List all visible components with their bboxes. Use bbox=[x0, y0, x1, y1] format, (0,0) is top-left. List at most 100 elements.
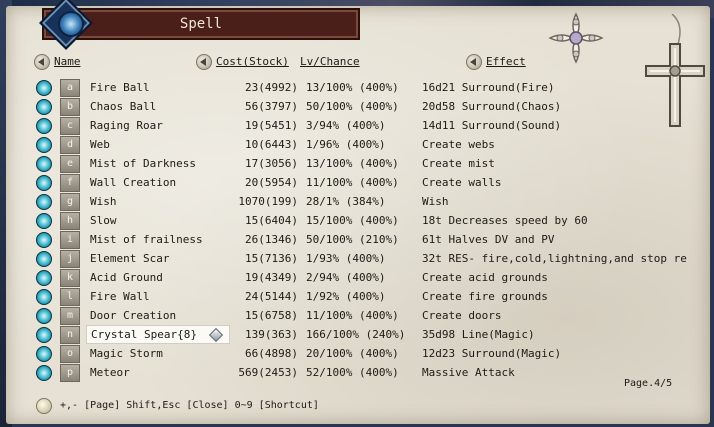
spell-effect: 18t Decreases speed by 60 bbox=[422, 214, 588, 227]
spell-level: 15/100% (400%) bbox=[306, 214, 399, 227]
spell-row[interactable]: k Acid Ground 19(4349) 2/94% (400%) Crea… bbox=[34, 268, 704, 287]
spell-name-selected: Crystal Spear{8} bbox=[86, 325, 230, 344]
column-header-cost[interactable]: Cost(Stock) bbox=[216, 54, 289, 70]
column-header-lv[interactable]: Lv/Chance bbox=[300, 54, 360, 70]
spell-level: 50/100% (400%) bbox=[306, 100, 399, 113]
spell-level: 11/100% (400%) bbox=[306, 309, 399, 322]
spell-cost: 26(1346) bbox=[245, 233, 298, 246]
spell-cost: 569(2453) bbox=[238, 366, 298, 379]
spell-orb-icon bbox=[36, 270, 52, 286]
spell-effect: 61t Halves DV and PV bbox=[422, 233, 555, 246]
spell-cost: 17(3056) bbox=[245, 157, 298, 170]
spell-level: 3/94% (400%) bbox=[306, 119, 386, 132]
spell-cost: 15(6404) bbox=[245, 214, 298, 227]
spell-effect: Create doors bbox=[422, 309, 502, 322]
spell-cost: 1070(199) bbox=[238, 195, 298, 208]
spell-orb-icon bbox=[36, 346, 52, 362]
key-hint-footer: +,- [Page] Shift,Esc [Close] 0~9 [Shortc… bbox=[60, 400, 319, 411]
spell-row-selected[interactable]: n Crystal Spear{8} 139(363) 166/100% (24… bbox=[34, 325, 704, 344]
spell-row[interactable]: o Magic Storm 66(4898) 20/100% (400%) 12… bbox=[34, 344, 704, 363]
spell-key: g bbox=[60, 193, 80, 211]
spell-key: i bbox=[60, 231, 80, 249]
spell-key: h bbox=[60, 212, 80, 230]
spell-row[interactable]: m Door Creation 15(6758) 11/100% (400%) … bbox=[34, 306, 704, 325]
spell-orb-icon bbox=[36, 251, 52, 267]
spell-cost: 19(5451) bbox=[245, 119, 298, 132]
spell-level: 1/93% (400%) bbox=[306, 252, 386, 265]
spell-cost: 139(363) bbox=[245, 328, 298, 341]
sort-cost-icon[interactable] bbox=[196, 54, 212, 70]
spell-cost: 20(5954) bbox=[245, 176, 298, 189]
spell-row[interactable]: p Meteor 569(2453) 52/100% (400%) Massiv… bbox=[34, 363, 704, 382]
column-header-name[interactable]: Name bbox=[54, 54, 81, 70]
spell-row[interactable]: e Mist of Darkness 17(3056) 13/100% (400… bbox=[34, 154, 704, 173]
spell-level: 11/100% (400%) bbox=[306, 176, 399, 189]
spell-orb-icon bbox=[36, 213, 52, 229]
spell-key: d bbox=[60, 136, 80, 154]
spell-row[interactable]: l Fire Wall 24(5144) 1/92% (400%) Create… bbox=[34, 287, 704, 306]
spell-level: 1/92% (400%) bbox=[306, 290, 386, 303]
spell-key: a bbox=[60, 79, 80, 97]
cross-ornament-small-icon bbox=[548, 12, 604, 64]
spell-row[interactable]: h Slow 15(6404) 15/100% (400%) 18t Decre… bbox=[34, 211, 704, 230]
spell-row[interactable]: g Wish 1070(199) 28/1% (384%) Wish bbox=[34, 192, 704, 211]
spell-name: Wall Creation bbox=[90, 176, 177, 189]
spell-row[interactable]: a Fire Ball 23(4992) 13/100% (400%) 16d2… bbox=[34, 78, 704, 97]
spell-row[interactable]: d Web 10(6443) 1/96% (400%) Create webs bbox=[34, 135, 704, 154]
spell-row[interactable]: i Mist of frailness 26(1346) 50/100% (21… bbox=[34, 230, 704, 249]
spell-name: Wish bbox=[90, 195, 117, 208]
spell-effect: Create walls bbox=[422, 176, 502, 189]
spell-cost: 66(4898) bbox=[245, 347, 298, 360]
spell-effect: 14d11 Surround(Sound) bbox=[422, 119, 562, 132]
spell-cost: 15(7136) bbox=[245, 252, 298, 265]
sort-effect-icon[interactable] bbox=[466, 54, 482, 70]
spell-orb-icon bbox=[36, 289, 52, 305]
spell-row[interactable]: b Chaos Ball 56(3797) 50/100% (400%) 20d… bbox=[34, 97, 704, 116]
spell-effect: Wish bbox=[422, 195, 449, 208]
hint-bulb-icon bbox=[36, 398, 52, 414]
spell-orb-icon bbox=[36, 308, 52, 324]
spell-orb-icon bbox=[36, 156, 52, 172]
spell-key: n bbox=[60, 326, 80, 344]
spell-cost: 10(6443) bbox=[245, 138, 298, 151]
spell-name: Mist of Darkness bbox=[90, 157, 196, 170]
spell-orb-icon bbox=[36, 365, 52, 381]
spell-level: 28/1% (384%) bbox=[306, 195, 386, 208]
spell-orb-icon bbox=[36, 194, 52, 210]
spell-effect: 20d58 Surround(Chaos) bbox=[422, 100, 562, 113]
spell-effect: 35d98 Line(Magic) bbox=[422, 328, 535, 341]
spell-key: f bbox=[60, 174, 80, 192]
spell-effect: 12d23 Surround(Magic) bbox=[422, 347, 562, 360]
spell-effect: Create mist bbox=[422, 157, 495, 170]
spell-row[interactable]: c Raging Roar 19(5451) 3/94% (400%) 14d1… bbox=[34, 116, 704, 135]
sort-name-icon[interactable] bbox=[34, 54, 50, 70]
spell-effect: 32t RES- fire,cold,lightning,and stop re bbox=[422, 252, 687, 265]
spell-name: Raging Roar bbox=[90, 119, 163, 132]
spell-name: Web bbox=[90, 138, 110, 151]
spell-key: b bbox=[60, 98, 80, 116]
spell-name: Fire Ball bbox=[90, 81, 150, 94]
spell-orb-icon bbox=[36, 118, 52, 134]
spell-orb-icon bbox=[36, 175, 52, 191]
spell-level: 52/100% (400%) bbox=[306, 366, 399, 379]
spell-name: Chaos Ball bbox=[90, 100, 157, 113]
spell-key: k bbox=[60, 269, 80, 287]
spell-name: Meteor bbox=[90, 366, 130, 379]
spell-name: Magic Storm bbox=[90, 347, 163, 360]
spell-row[interactable]: f Wall Creation 20(5954) 11/100% (400%) … bbox=[34, 173, 704, 192]
spell-cost: 24(5144) bbox=[245, 290, 298, 303]
spell-effect: Create acid grounds bbox=[422, 271, 548, 284]
column-header-effect[interactable]: Effect bbox=[486, 54, 526, 70]
spell-cost: 56(3797) bbox=[245, 100, 298, 113]
spell-name: Fire Wall bbox=[90, 290, 150, 303]
spell-level: 20/100% (400%) bbox=[306, 347, 399, 360]
spell-row[interactable]: j Element Scar 15(7136) 1/93% (400%) 32t… bbox=[34, 249, 704, 268]
spell-orb-icon bbox=[36, 137, 52, 153]
spell-level: 50/100% (210%) bbox=[306, 233, 399, 246]
title-gem-core bbox=[58, 11, 84, 37]
spell-name: Slow bbox=[90, 214, 117, 227]
spell-key: l bbox=[60, 288, 80, 306]
spell-cost: 23(4992) bbox=[245, 81, 298, 94]
spell-effect: Create webs bbox=[422, 138, 495, 151]
spell-name: Acid Ground bbox=[90, 271, 163, 284]
